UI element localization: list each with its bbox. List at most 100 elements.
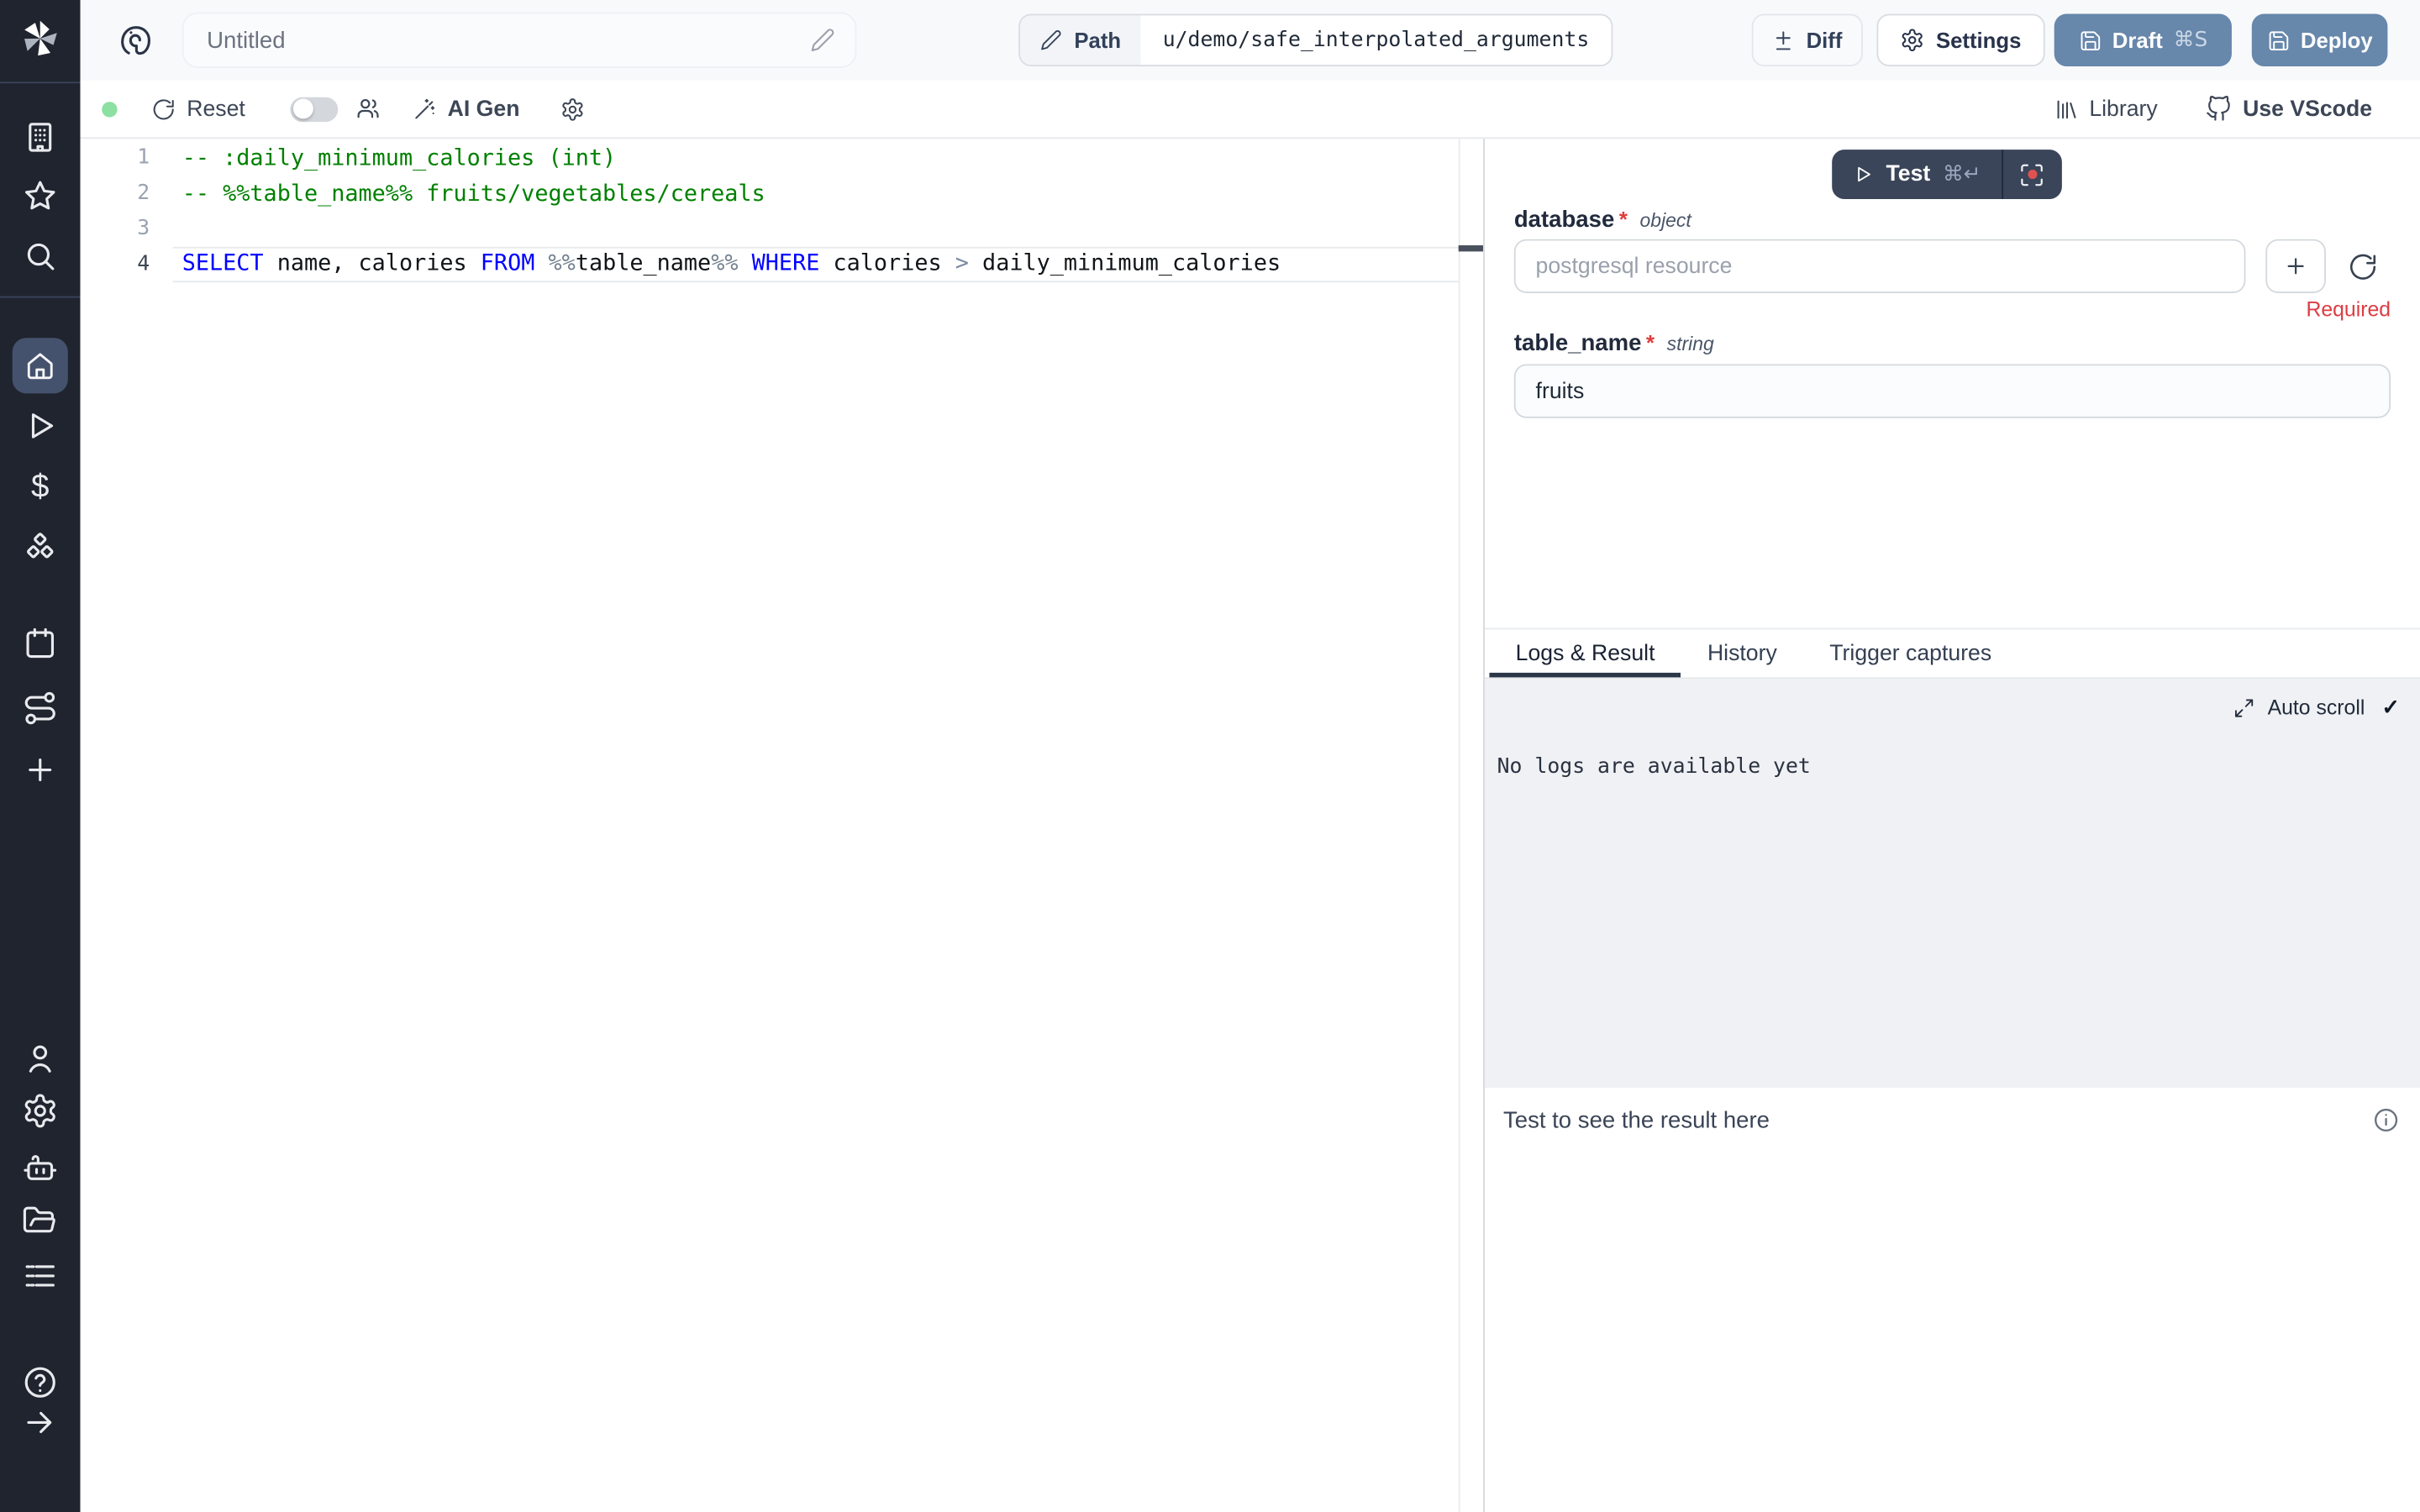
toggle-knob [292, 99, 313, 119]
ai-gen-button[interactable]: AI Gen [412, 81, 519, 138]
windmill-logo-icon[interactable] [17, 15, 63, 61]
gear-icon [1901, 28, 1925, 52]
sidebar-item-schedules[interactable] [22, 625, 59, 662]
sidebar-item-expand[interactable] [22, 1404, 59, 1441]
sidebar-item-workers[interactable] [22, 1149, 59, 1186]
sidebar-item-help[interactable] [22, 1364, 59, 1401]
code-token: WHERE [752, 250, 820, 276]
sidebar-item-folders[interactable] [22, 1204, 59, 1241]
refresh-icon [151, 97, 176, 121]
sidebar-item-add[interactable] [22, 751, 59, 788]
editor-scrollbar-track[interactable] [1459, 139, 1460, 1512]
required-star: * [1619, 207, 1628, 231]
sidebar-item-settings[interactable] [22, 1092, 59, 1129]
robot-icon [22, 1149, 59, 1186]
add-resource-button[interactable] [2265, 239, 2326, 293]
toggle-switch[interactable] [290, 97, 338, 121]
gear-icon [22, 1092, 59, 1129]
green-status-dot [102, 101, 117, 116]
reset-button[interactable]: Reset [151, 81, 245, 138]
refresh-resources-button[interactable] [2348, 251, 2379, 282]
code-line[interactable]: -- :daily_minimum_calories (int) [173, 140, 1459, 176]
tab-history[interactable]: History [1681, 629, 1803, 677]
sidebar-item-workspace[interactable] [22, 118, 59, 155]
pencil-icon[interactable] [810, 28, 834, 52]
sidebar-divider [0, 81, 81, 83]
database-input[interactable]: postgresql resource [1514, 239, 2246, 293]
cubes-icon [22, 529, 59, 566]
library-button[interactable]: Library [2054, 81, 2158, 138]
sidebar-item-flows[interactable] [22, 690, 59, 727]
diff-button[interactable]: Diff [1752, 14, 1863, 66]
code-line[interactable] [173, 212, 1459, 247]
result-tabs: Logs & Result History Trigger captures [1485, 628, 2420, 680]
maximize-icon[interactable] [2233, 696, 2255, 718]
editor-toolbar: Reset AI Gen [81, 81, 2420, 139]
gear-icon [560, 97, 585, 121]
deploy-button[interactable]: Deploy [2252, 14, 2388, 66]
users-icon [355, 96, 381, 122]
sidebar-item-search[interactable] [22, 238, 59, 275]
reset-label: Reset [187, 97, 245, 121]
folder-open-icon [22, 1204, 59, 1241]
library-label: Library [2089, 97, 2157, 121]
test-label: Test [1886, 162, 1930, 186]
run-panel: Test ⌘↵ database * object postgresql res… [1483, 139, 2420, 1512]
code-token: name, calories [264, 250, 481, 276]
sidebar-item-user[interactable] [22, 1040, 59, 1077]
draft-button[interactable]: Draft ⌘S [2054, 14, 2232, 66]
script-name-field[interactable]: Untitled [182, 13, 857, 68]
test-shortcut: ⌘↵ [1943, 162, 1981, 186]
code-content[interactable]: -- :daily_minimum_calories (int)-- %%tab… [173, 140, 1459, 282]
capture-button[interactable] [2002, 150, 2061, 199]
path-button[interactable]: Path u/demo/safe_interpolated_arguments [1018, 14, 1612, 66]
code-editor[interactable]: 1234 -- :daily_minimum_calories (int)-- … [81, 139, 1484, 1512]
refresh-icon [2348, 251, 2379, 282]
code-token: table_name [576, 250, 711, 276]
info-icon[interactable] [2372, 1106, 2400, 1134]
code-token: > [955, 250, 969, 276]
arrow-right-icon [22, 1404, 59, 1441]
sidebar-item-favorites[interactable] [22, 177, 59, 214]
user-icon [22, 1040, 59, 1077]
postgresql-icon [118, 22, 155, 59]
tab-trigger-captures[interactable]: Trigger captures [1803, 629, 2018, 677]
auto-scroll-control[interactable]: Auto scroll ✓ [2233, 695, 2400, 721]
table-name-value: fruits [1536, 379, 1585, 403]
dollar-icon: $ [31, 469, 49, 504]
required-error: Required [2306, 297, 2391, 321]
use-vscode-button[interactable]: Use VScode [2206, 81, 2372, 138]
table-name-input[interactable]: fruits [1514, 364, 2391, 417]
play-icon [22, 407, 59, 444]
logs-panel: Auto scroll ✓ No logs are available yet [1485, 679, 2420, 1088]
code-token: %% [711, 250, 738, 276]
connection-status-dot [102, 81, 117, 138]
capture-scan-icon [2019, 161, 2045, 187]
sidebar-item-home[interactable] [13, 338, 68, 393]
diff-mode-toggle[interactable] [290, 81, 338, 138]
tab-logs-result[interactable]: Logs & Result [1489, 629, 1681, 677]
search-icon [22, 238, 59, 275]
play-icon [1852, 164, 1874, 186]
settings-button[interactable]: Settings [1876, 14, 2044, 66]
magic-wand-icon [412, 97, 436, 121]
sidebar-item-variables[interactable]: $ [22, 469, 59, 506]
sidebar-item-runs[interactable] [22, 407, 59, 444]
sidebar-divider [0, 297, 81, 298]
test-button[interactable]: Test ⌘↵ [1832, 150, 2001, 199]
code-line[interactable]: -- %%table_name%% fruits/vegetables/cere… [173, 176, 1459, 211]
field-type: object [1640, 210, 1691, 232]
github-icon [2206, 96, 2232, 122]
field-name: database [1514, 207, 1614, 233]
path-label: Path [1074, 28, 1121, 52]
test-button-group[interactable]: Test ⌘↵ [1832, 150, 2061, 199]
sidebar-item-audit-logs[interactable] [22, 1257, 59, 1294]
diff-label: Diff [1807, 28, 1843, 52]
code-line[interactable]: SELECT name, calories FROM %%table_name%… [173, 247, 1459, 282]
sidebar-item-resources[interactable] [22, 529, 59, 566]
settings-label: Settings [1936, 28, 2021, 52]
collaborators-indicator[interactable] [355, 81, 381, 138]
check-icon: ✓ [2382, 695, 2401, 721]
line-number: 1 [81, 140, 150, 176]
editor-settings-button[interactable] [560, 81, 585, 138]
